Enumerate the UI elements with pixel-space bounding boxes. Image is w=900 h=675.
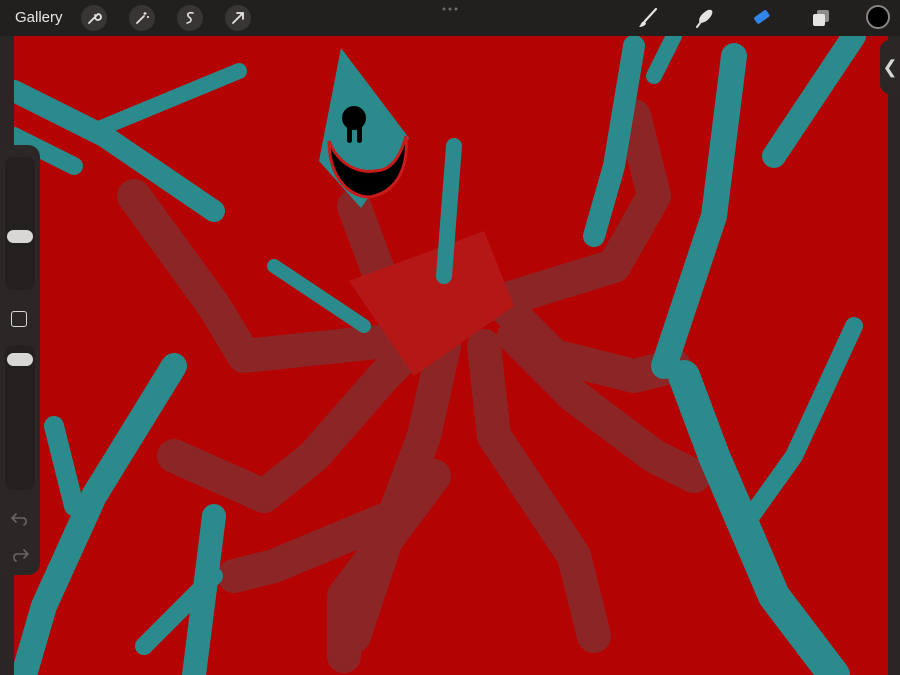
reference-panel-tab[interactable]: ❮ (880, 40, 900, 94)
actions-button[interactable] (81, 5, 107, 31)
opacity-thumb[interactable] (7, 353, 33, 366)
magic-wand-icon (136, 12, 149, 24)
transform-arrow-icon (232, 12, 244, 24)
layers-button[interactable] (808, 5, 834, 31)
top-toolbar: Gallery (0, 0, 900, 36)
selection-icon (186, 11, 194, 24)
wrench-icon (88, 13, 102, 24)
brush-sidebar (0, 145, 40, 575)
gallery-button[interactable]: Gallery (15, 9, 63, 26)
transform-button[interactable] (225, 5, 251, 31)
eraser-icon (754, 10, 770, 24)
opacity-slider[interactable] (5, 345, 35, 490)
undo-icon[interactable] (10, 512, 30, 526)
smudge-button[interactable] (692, 5, 718, 31)
smudge-icon (696, 9, 713, 28)
brush-size-slider[interactable] (5, 157, 35, 290)
brush-button[interactable] (635, 5, 661, 31)
layers-icon (813, 10, 829, 26)
drawing-canvas[interactable] (14, 36, 888, 675)
modify-button[interactable] (11, 311, 27, 327)
brush-size-thumb[interactable] (7, 230, 33, 243)
adjustments-button[interactable] (129, 5, 155, 31)
eraser-button[interactable] (749, 5, 775, 31)
color-swatch[interactable] (866, 5, 890, 29)
grip-handle-icon[interactable] (441, 6, 459, 12)
brush-icon (639, 7, 658, 27)
selection-button[interactable] (177, 5, 203, 31)
redo-icon[interactable] (10, 548, 30, 562)
